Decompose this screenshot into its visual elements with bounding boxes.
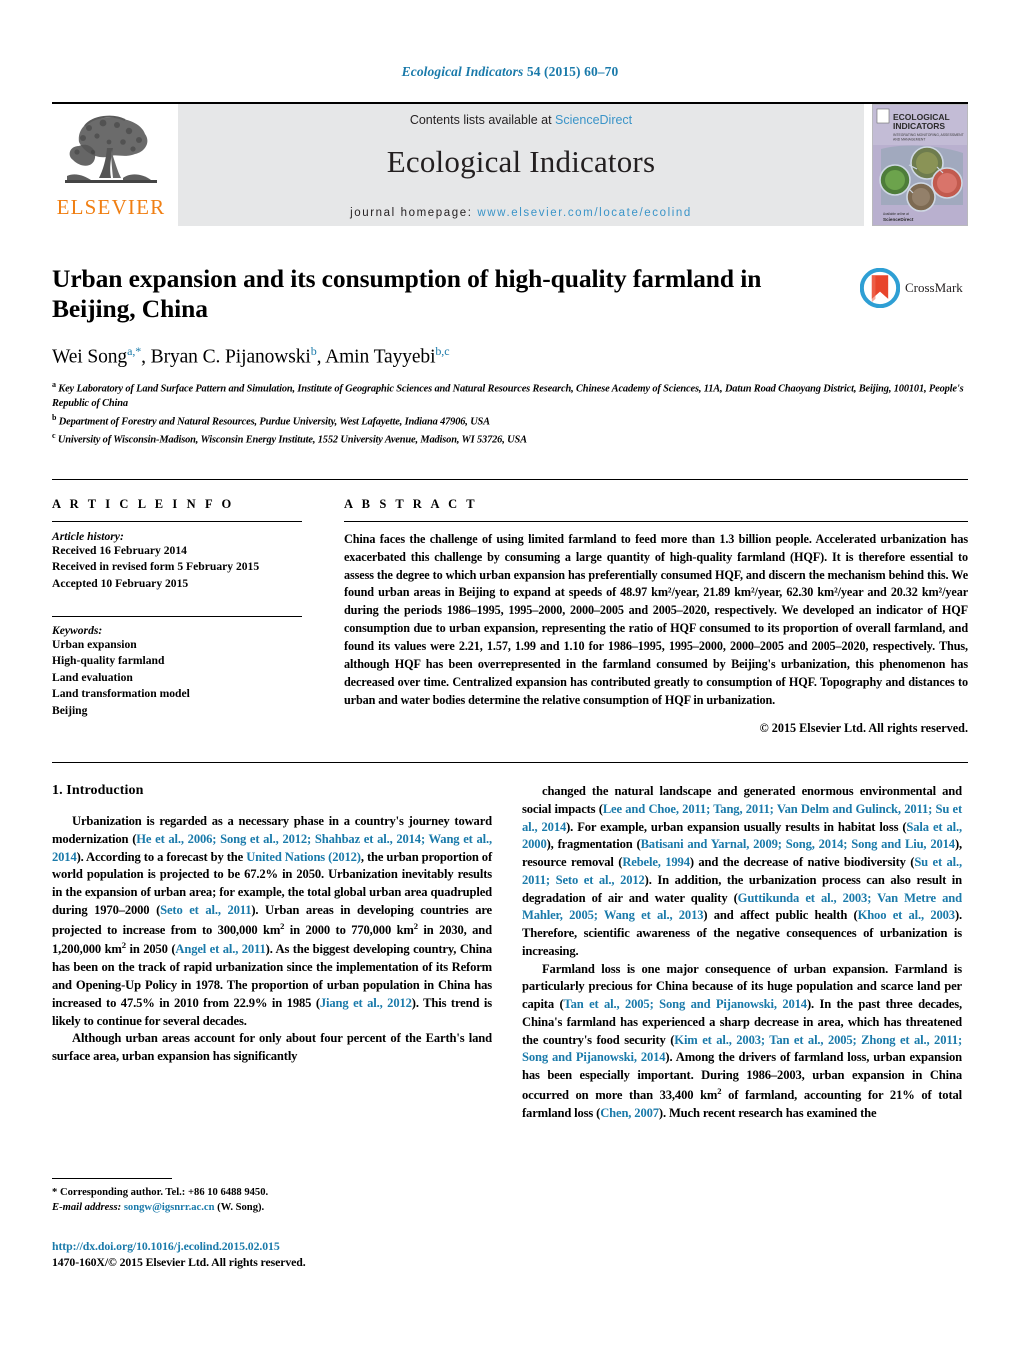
email-label: E-mail address: bbox=[52, 1202, 122, 1214]
divider bbox=[344, 520, 968, 522]
body-paragraph: changed the natural landscape and genera… bbox=[522, 784, 962, 958]
keywords-label: Keywords: bbox=[52, 623, 103, 637]
article-history-label: Article history: bbox=[52, 529, 124, 543]
elsevier-logo: ELSEVIER bbox=[52, 104, 170, 226]
elsevier-wordmark: ELSEVIER bbox=[56, 195, 166, 219]
article-info-heading: A R T I C L E I N F O bbox=[52, 496, 235, 511]
abstract-heading: A B S T R A C T bbox=[344, 496, 478, 511]
body-paragraph: Farmland loss is one major consequence o… bbox=[522, 961, 962, 1120]
section-heading-introduction: 1. Introduction bbox=[52, 783, 144, 798]
corresponding-author-text: * Corresponding author. Tel.: +86 10 648… bbox=[52, 1187, 269, 1198]
divider bbox=[52, 762, 968, 763]
article-history-list: Received 16 February 2014 Received in rev… bbox=[52, 543, 302, 592]
sciencedirect-link[interactable]: ScienceDirect bbox=[555, 113, 632, 127]
left-column-paragraphs: Urbanization is regarded as a necessary … bbox=[52, 813, 492, 1066]
body-column-right: changed the natural landscape and genera… bbox=[522, 783, 962, 1122]
homepage-prefix: journal homepage: bbox=[350, 207, 478, 219]
crossmark-badge[interactable]: CrossMark bbox=[860, 266, 968, 310]
affiliation-list: a Key Laboratory of Land Surface Pattern… bbox=[52, 379, 968, 448]
corresponding-author-note: * Corresponding author. Tel.: +86 10 648… bbox=[52, 1185, 492, 1200]
running-head: Ecological Indicators 54 (2015) 60–70 bbox=[0, 0, 1020, 80]
keywords-block: Keywords: Urban expansion High-quality fa… bbox=[52, 615, 302, 719]
paper-page: Ecological Indicators 54 (2015) 60–70 EL… bbox=[0, 0, 1020, 1351]
keyword-item: High-quality farmland bbox=[52, 654, 165, 668]
footnote-block: * Corresponding author. Tel.: +86 10 648… bbox=[52, 1178, 492, 1216]
svg-text:AND MANAGEMENT: AND MANAGEMENT bbox=[893, 138, 925, 142]
article-history-item: Accepted 10 February 2015 bbox=[52, 576, 189, 590]
keywords-list: Urban expansion High-quality farmland Land… bbox=[52, 637, 302, 719]
right-column-paragraphs: changed the natural landscape and genera… bbox=[522, 783, 962, 1122]
svg-text:ScienceDirect: ScienceDirect bbox=[883, 217, 914, 222]
svg-text:INTEGRATING MONITORING, ASSESS: INTEGRATING MONITORING, ASSESSMENT bbox=[893, 133, 964, 137]
journal-masthead: ELSEVIER Contents lists available at Sci… bbox=[52, 102, 968, 226]
elsevier-tree-icon bbox=[59, 112, 163, 194]
info-abstract-row: A R T I C L E I N F O Article history: R… bbox=[52, 478, 968, 736]
homepage-url-link[interactable]: www.elsevier.com/locate/ecolind bbox=[477, 207, 692, 219]
body-paragraph: Although urban areas account for only ab… bbox=[52, 1031, 492, 1064]
body-paragraph: Urbanization is regarded as a necessary … bbox=[52, 814, 493, 1028]
svg-text:Available online at: Available online at bbox=[883, 212, 909, 216]
running-head-volume: 54 (2015) 60–70 bbox=[523, 64, 619, 79]
copyright-line: © 2015 Elsevier Ltd. All rights reserved… bbox=[759, 721, 968, 735]
contents-available-line: Contents lists available at ScienceDirec… bbox=[410, 113, 632, 127]
page-title: Urban expansion and its consumption of h… bbox=[52, 264, 762, 323]
journal-title: Ecological Indicators bbox=[386, 144, 656, 179]
affiliation-c: c University of Wisconsin-Madison, Wisco… bbox=[52, 431, 527, 446]
email-suffix: (W. Song). bbox=[214, 1202, 265, 1214]
affiliation-a: a Key Laboratory of Land Surface Pattern… bbox=[52, 380, 964, 410]
keyword-item: Land evaluation bbox=[52, 670, 133, 684]
journal-cover-thumbnail[interactable]: ECOLOGICAL INDICATORS INTEGRATING MONITO… bbox=[872, 104, 968, 226]
title-block: CrossMark Urban expansion and its consum… bbox=[52, 264, 968, 449]
footnote-divider bbox=[52, 1178, 172, 1179]
journal-band: Contents lists available at ScienceDirec… bbox=[178, 104, 864, 226]
article-info-column: A R T I C L E I N F O Article history: R… bbox=[52, 497, 302, 736]
email-note: E-mail address: songw@igsnrr.ac.cn (W. S… bbox=[52, 1200, 492, 1215]
body-column-left: 1. Introduction Urbanization is regarded… bbox=[52, 783, 492, 1122]
svg-text:INDICATORS: INDICATORS bbox=[893, 121, 945, 131]
keyword-item: Land transformation model bbox=[52, 687, 190, 701]
keyword-item: Urban expansion bbox=[52, 637, 137, 651]
affiliation-b: b Department of Forestry and Natural Res… bbox=[52, 413, 490, 428]
keyword-item: Beijing bbox=[52, 703, 88, 717]
article-history-item: Received 16 February 2014 bbox=[52, 543, 187, 557]
article-history-item: Received in revised form 5 February 2015 bbox=[52, 560, 260, 574]
footer-block: http://dx.doi.org/10.1016/j.ecolind.2015… bbox=[52, 1239, 492, 1270]
crossmark-label: CrossMark bbox=[905, 280, 963, 295]
contents-prefix: Contents lists available at bbox=[409, 113, 556, 127]
crossmark-icon bbox=[860, 268, 900, 308]
body-columns: 1. Introduction Urbanization is regarded… bbox=[52, 783, 968, 1122]
author-list: Wei Songa,*, Bryan C. Pijanowskib, Amin … bbox=[52, 343, 450, 368]
doi-link[interactable]: http://dx.doi.org/10.1016/j.ecolind.2015… bbox=[52, 1239, 492, 1254]
email-link[interactable]: songw@igsnrr.ac.cn bbox=[124, 1202, 215, 1213]
running-head-journal: Ecological Indicators bbox=[401, 64, 524, 79]
abstract-text: China faces the challenge of using limit… bbox=[344, 531, 968, 708]
issn-copyright-line: 1470-160X/© 2015 Elsevier Ltd. All right… bbox=[52, 1255, 306, 1269]
divider bbox=[52, 520, 302, 522]
divider bbox=[52, 615, 302, 617]
abstract-column: A B S T R A C T China faces the challeng… bbox=[344, 497, 968, 736]
journal-homepage-line: journal homepage: www.elsevier.com/locat… bbox=[350, 207, 692, 219]
